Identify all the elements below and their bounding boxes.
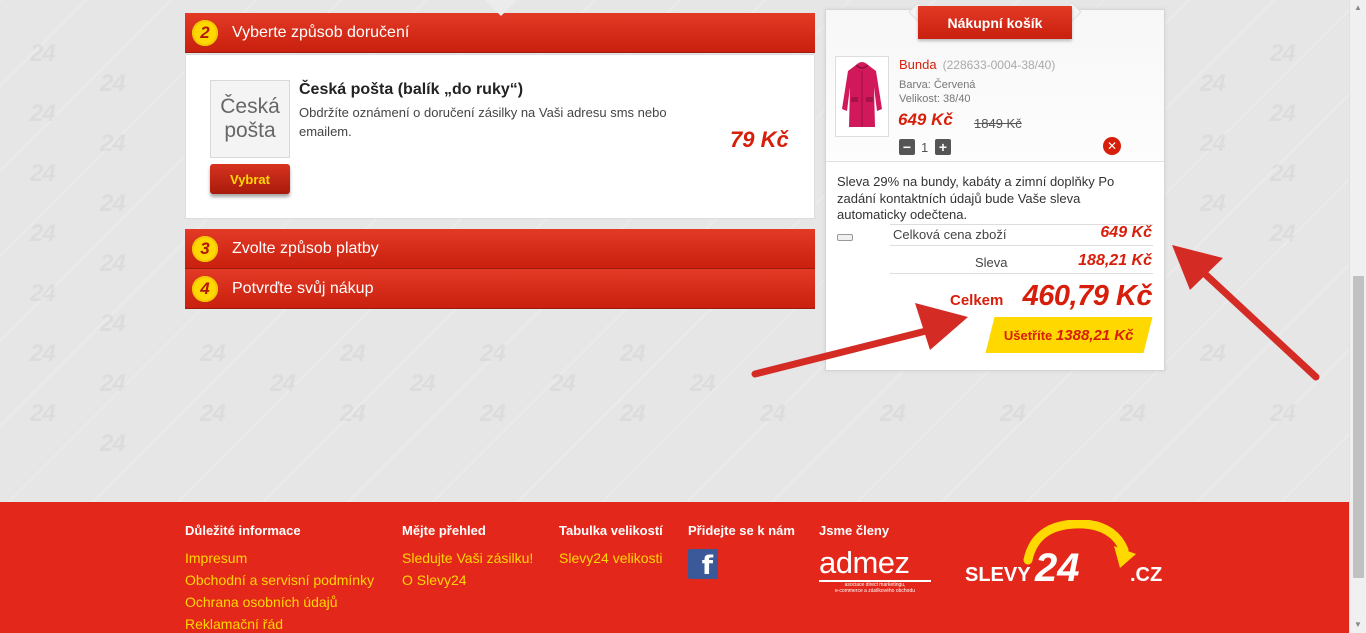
discount-label: Sleva: [975, 255, 1008, 270]
scroll-up-icon[interactable]: ▲: [1350, 0, 1366, 16]
brand-number: 24: [1034, 546, 1080, 586]
admez-word: admez: [819, 545, 910, 580]
quantity-increase-button[interactable]: +: [935, 139, 951, 155]
goods-total-value: 649 Kč: [1100, 224, 1152, 241]
step-pointer-notch: [485, 0, 517, 16]
footer-link-impresum[interactable]: Impresum: [185, 550, 247, 566]
footer-heading-overview: Mějte přehled: [402, 523, 486, 538]
step-2-number: 2: [192, 19, 218, 46]
step-4-header[interactable]: 4 Potvrďte svůj nákup: [185, 269, 815, 309]
brand-domain: .CZ: [1130, 564, 1162, 586]
footer-heading-sizes: Tabulka velikostí: [559, 523, 663, 538]
footer-heading-members: Jsme členy: [819, 523, 890, 538]
cart-title: Nákupní košík: [918, 6, 1072, 39]
scroll-thumb[interactable]: [1353, 276, 1364, 578]
step-3-header[interactable]: 3 Zvolte způsob platby: [185, 229, 815, 269]
footer-link-privacy[interactable]: Ochrana osobních údajů: [185, 594, 338, 610]
delivery-title: Česká pošta (balík „do ruky“): [299, 81, 524, 98]
footer-link-complaints[interactable]: Reklamační řád: [185, 616, 283, 632]
cart-item-code: (228633-0004-38/40): [942, 58, 1056, 72]
summary-divider-bottom: [890, 273, 1153, 274]
collapse-toggle[interactable]: [837, 234, 853, 241]
cart-item-old-price: 1849 Kč: [974, 116, 1022, 131]
footer-link-track-parcel[interactable]: Sledujte Vaši zásilku!: [402, 550, 533, 566]
page-scrollbar[interactable]: ▲ ▼: [1349, 0, 1366, 633]
ceska-posta-logo: Česká pošta: [210, 80, 290, 158]
discount-value: 188,21 Kč: [1078, 252, 1152, 269]
footer-heading-join: Přidejte se k nám: [688, 523, 795, 538]
cart-item-color: Barva: Červená: [899, 79, 976, 91]
delivery-price: 79 Kč: [730, 127, 789, 152]
brand-left: SLEVY: [965, 564, 1031, 586]
logo-line-2: pošta: [224, 119, 276, 142]
total-label: Celkem: [950, 292, 1004, 309]
step-4-label: Potvrďte svůj nákup: [232, 279, 374, 297]
cart-item-name[interactable]: Bunda: [899, 57, 937, 72]
footer-heading-info: Důležité informace: [185, 523, 301, 538]
savings-value: 1388,21 Kč: [1056, 326, 1134, 344]
savings-label: Ušetříte: [1004, 327, 1053, 343]
admez-subtitle-2: e-commerce a zásilkového obchodu: [834, 588, 916, 594]
step-4-number: 4: [192, 275, 218, 302]
cart-item-size: Velikost: 38/40: [899, 93, 971, 105]
product-thumbnail[interactable]: [835, 56, 889, 137]
scroll-down-icon[interactable]: ▼: [1350, 617, 1366, 633]
cart-item-meta: Barva: Červená Velikost: 38/40: [899, 78, 975, 106]
quantity-value: 1: [921, 140, 929, 155]
step-3-number: 3: [192, 235, 218, 262]
delivery-description: Obdržíte oznámení o doručení zásilky na …: [299, 105, 667, 139]
remove-item-icon[interactable]: ✕: [1103, 137, 1121, 155]
cart-item-title[interactable]: Bunda (228633-0004-38/40): [899, 57, 1055, 72]
footer-link-about[interactable]: O Slevy24: [402, 572, 467, 588]
slevy24-logo[interactable]: SLEVY 24 .CZ: [964, 520, 1166, 586]
quantity-decrease-button[interactable]: −: [899, 139, 915, 155]
goods-total-label: Celková cena zboží: [893, 227, 1007, 242]
total-value: 460,79 Kč: [1022, 280, 1153, 312]
footer-link-size-chart[interactable]: Slevy24 velikosti: [559, 550, 663, 566]
cart-item-price: 649 Kč: [898, 110, 953, 129]
select-delivery-button[interactable]: Vybrat: [210, 164, 290, 194]
logo-line-1: Česká: [220, 95, 280, 118]
footer-link-terms[interactable]: Obchodní a servisní podmínky: [185, 572, 374, 588]
jacket-image: [836, 57, 888, 136]
admez-logo[interactable]: admez asociace direct marketingu, e-comm…: [819, 545, 934, 594]
summary-divider: [890, 245, 1153, 246]
savings-badge: Ušetříte 1388,21 Kč: [985, 317, 1153, 353]
step-2-label: Vyberte způsob doručení: [232, 23, 410, 41]
cart-discount-note: Sleva 29% na bundy, kabáty a zimní doplň…: [837, 174, 1115, 222]
facebook-icon[interactable]: f: [688, 549, 718, 579]
step-3-label: Zvolte způsob platby: [232, 239, 379, 257]
step-2-header[interactable]: 2 Vyberte způsob doručení: [185, 13, 815, 53]
